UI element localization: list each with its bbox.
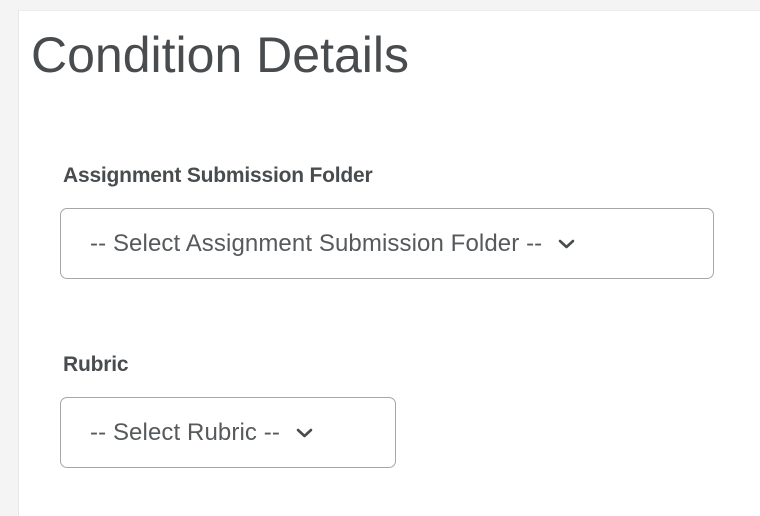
assignment-folder-selected-value: -- Select Assignment Submission Folder -… (90, 229, 543, 257)
rubric-label: Rubric (63, 353, 129, 376)
page-title: Condition Details (31, 27, 409, 83)
assignment-folder-label: Assignment Submission Folder (63, 164, 373, 187)
chevron-down-icon (296, 427, 313, 439)
condition-details-panel: Condition Details Assignment Submission … (18, 10, 760, 516)
assignment-folder-select[interactable]: -- Select Assignment Submission Folder -… (60, 208, 714, 279)
chevron-down-icon (558, 238, 575, 250)
rubric-selected-value: -- Select Rubric -- (90, 418, 280, 446)
rubric-select[interactable]: -- Select Rubric -- (60, 397, 396, 468)
